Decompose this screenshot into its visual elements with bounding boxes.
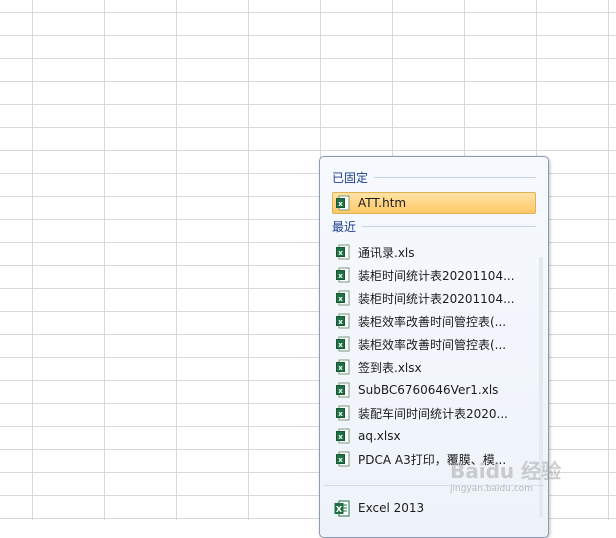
watermark-text: Baidu 经验 xyxy=(450,459,562,483)
excel-doc-icon: x xyxy=(336,313,350,329)
recent-item-label: 装柜时间统计表20201104... xyxy=(358,291,515,306)
svg-text:x: x xyxy=(338,433,343,441)
recent-item[interactable]: x 装柜效率改善时间管控表(... xyxy=(332,310,536,332)
svg-text:x: x xyxy=(338,295,343,303)
svg-text:x: x xyxy=(338,456,343,464)
pinned-item-label: ATT.htm xyxy=(358,196,407,210)
recent-item-label: aq.xlsx xyxy=(358,429,401,443)
app-label: Excel 2013 xyxy=(358,501,425,515)
recent-item[interactable]: x 装柜时间统计表20201104... xyxy=(332,264,536,286)
pinned-item-att-htm[interactable]: x ATT.htm xyxy=(332,192,536,214)
recent-item[interactable]: x 装配车间时间统计表2020... xyxy=(332,402,536,424)
recent-section-header: 最近 xyxy=(332,218,536,235)
excel-doc-icon: x xyxy=(336,195,350,211)
svg-text:x: x xyxy=(338,318,343,326)
section-divider xyxy=(374,177,536,178)
svg-text:x: x xyxy=(338,249,343,257)
recent-item-label: 签到表.xlsx xyxy=(358,360,422,375)
watermark-subtext: jingyan.baidu.com xyxy=(450,484,534,494)
excel-doc-icon: x xyxy=(336,428,350,444)
recent-item[interactable]: x 通讯录.xls xyxy=(332,241,536,263)
excel-doc-icon: x xyxy=(336,359,350,375)
recent-item-label: 装配车间时间统计表2020... xyxy=(358,406,508,421)
baidu-watermark: Baidu 经验 jingyan.baidu.com xyxy=(450,455,561,494)
recent-item[interactable]: x 装柜时间统计表20201104... xyxy=(332,287,536,309)
svg-text:x: x xyxy=(338,364,343,372)
svg-text:x: x xyxy=(338,410,343,418)
recent-item-label: 装柜时间统计表20201104... xyxy=(358,268,515,283)
recent-item-label: SubBC6760646Ver1.xls xyxy=(358,383,499,397)
recent-item[interactable]: x 签到表.xlsx xyxy=(332,356,536,378)
pinned-section-header: 已固定 xyxy=(332,169,536,186)
section-divider xyxy=(362,226,536,227)
recent-item[interactable]: x aq.xlsx xyxy=(332,425,536,447)
svg-text:x: x xyxy=(338,387,343,395)
recent-item[interactable]: x 装柜效率改善时间管控表(... xyxy=(332,333,536,355)
excel-doc-icon: x xyxy=(336,336,350,352)
svg-text:x: x xyxy=(338,341,343,349)
excel-doc-icon: x xyxy=(336,382,350,398)
svg-text:x: x xyxy=(338,272,343,280)
row-header-divider xyxy=(32,0,33,520)
open-excel-2013-item[interactable]: X Excel 2013 xyxy=(332,497,532,519)
excel-doc-icon: x xyxy=(336,405,350,421)
recent-header-label: 最近 xyxy=(332,220,357,234)
recent-item-label: 装柜效率改善时间管控表(... xyxy=(358,337,507,352)
svg-text:X: X xyxy=(336,505,343,514)
excel-doc-icon: x xyxy=(336,267,350,283)
recent-item-label: 通讯录.xls xyxy=(358,245,415,260)
recent-item[interactable]: x SubBC6760646Ver1.xls xyxy=(332,379,536,401)
svg-text:x: x xyxy=(338,200,343,208)
excel-doc-icon: x xyxy=(336,244,350,260)
pinned-header-label: 已固定 xyxy=(332,171,369,185)
excel-doc-icon: x xyxy=(336,451,350,467)
excel-app-icon: X xyxy=(334,500,350,516)
excel-doc-icon: x xyxy=(336,290,350,306)
recent-item-label: 装柜效率改善时间管控表(... xyxy=(358,314,507,329)
